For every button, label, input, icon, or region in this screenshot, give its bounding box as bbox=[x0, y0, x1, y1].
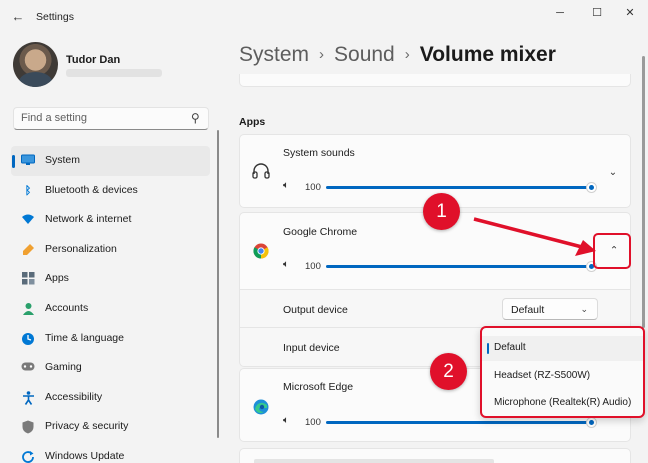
sidebar-item-windows-update[interactable]: Windows Update bbox=[11, 442, 210, 463]
page-title: Volume mixer bbox=[419, 43, 556, 66]
breadcrumb: System › Sound › Volume mixer bbox=[239, 43, 556, 67]
dropdown-option[interactable]: Microphone (Realtek(R) Audio) bbox=[482, 391, 643, 416]
volume-slider-thumb[interactable] bbox=[586, 417, 597, 428]
brush-icon bbox=[21, 243, 35, 257]
previous-card-bottom bbox=[239, 74, 631, 87]
wifi-icon bbox=[21, 213, 35, 227]
section-title-apps: Apps bbox=[239, 116, 266, 128]
chevron-right-icon: › bbox=[404, 46, 410, 63]
sidebar-item-time-language[interactable]: Time & language bbox=[11, 324, 210, 354]
speaker-icon[interactable]: 🔈︎ bbox=[283, 415, 289, 426]
update-icon bbox=[21, 450, 35, 463]
app-name: Microsoft Edge bbox=[283, 381, 354, 393]
volume-slider-track[interactable] bbox=[326, 186, 594, 189]
volume-value: 100 bbox=[305, 417, 321, 428]
speaker-icon[interactable]: 🔈︎ bbox=[283, 259, 289, 270]
window-title: Settings bbox=[36, 11, 74, 23]
chevron-down-icon[interactable]: ⌄ bbox=[606, 167, 620, 178]
sidebar-item-personalization[interactable]: Personalization bbox=[11, 235, 210, 265]
chevron-down-icon: ⌄ bbox=[580, 304, 588, 314]
title-bar: ← Settings ─ ☐ ✕ bbox=[0, 0, 648, 34]
output-device-row: Output device Default ⌄ bbox=[239, 289, 631, 328]
sidebar-item-apps[interactable]: Apps bbox=[11, 264, 210, 294]
chrome-icon bbox=[252, 243, 270, 261]
speaker-icon[interactable]: 🔈︎ bbox=[283, 180, 289, 191]
sidebar-scrollbar[interactable] bbox=[217, 130, 219, 438]
sidebar-item-system[interactable]: System bbox=[11, 146, 210, 176]
volume-slider-track[interactable] bbox=[326, 265, 594, 268]
breadcrumb-sound[interactable]: Sound bbox=[334, 43, 395, 66]
annotation-badge-1: 1 bbox=[423, 193, 460, 230]
volume-value: 100 bbox=[305, 261, 321, 272]
search-icon[interactable]: ⚲ bbox=[191, 111, 200, 125]
volume-slider-track[interactable] bbox=[326, 421, 594, 424]
user-email-redacted bbox=[66, 69, 162, 77]
volume-slider-thumb[interactable] bbox=[586, 182, 597, 193]
app-name: Google Chrome bbox=[283, 226, 358, 238]
next-card bbox=[239, 448, 631, 463]
person-icon bbox=[21, 302, 35, 316]
input-device-dropdown-list: Default Headset (RZ-S500W) Microphone (R… bbox=[480, 326, 645, 418]
output-device-dropdown[interactable]: Default ⌄ bbox=[502, 298, 598, 320]
clock-globe-icon bbox=[21, 332, 35, 346]
breadcrumb-system[interactable]: System bbox=[239, 43, 309, 66]
maximize-button[interactable]: ☐ bbox=[585, 5, 609, 21]
main-scrollbar[interactable] bbox=[642, 56, 645, 328]
display-icon bbox=[21, 154, 35, 168]
search-placeholder: Find a setting bbox=[21, 112, 88, 124]
apps-icon bbox=[21, 272, 35, 286]
edge-icon bbox=[252, 399, 270, 417]
sidebar-item-accounts[interactable]: Accounts bbox=[11, 294, 210, 324]
sidebar-item-bluetooth[interactable]: ᛒ Bluetooth & devices bbox=[11, 176, 210, 206]
dropdown-option[interactable]: Default bbox=[482, 336, 643, 361]
headphones-icon bbox=[252, 163, 270, 181]
volume-value: 100 bbox=[305, 182, 321, 193]
accessibility-icon bbox=[21, 390, 35, 405]
app-name: System sounds bbox=[283, 147, 355, 159]
sidebar-item-gaming[interactable]: Gaming bbox=[11, 353, 210, 383]
sidebar-item-privacy[interactable]: Privacy & security bbox=[11, 412, 210, 442]
search-input[interactable]: Find a setting ⚲ bbox=[13, 107, 209, 130]
sidebar-item-network[interactable]: Network & internet bbox=[11, 205, 210, 235]
sidebar-item-accessibility[interactable]: Accessibility bbox=[11, 383, 210, 413]
controller-icon bbox=[21, 361, 35, 375]
user-name: Tudor Dan bbox=[66, 54, 121, 66]
avatar[interactable] bbox=[13, 42, 58, 87]
input-device-label: Input device bbox=[283, 342, 340, 354]
sidebar-nav: System ᛒ Bluetooth & devices Network & i… bbox=[11, 146, 210, 463]
dropdown-option[interactable]: Headset (RZ-S500W) bbox=[482, 364, 643, 389]
close-button[interactable]: ✕ bbox=[618, 5, 642, 21]
arrow-left-icon[interactable]: ← bbox=[9, 9, 27, 25]
cut-off-text bbox=[254, 459, 494, 463]
minimize-button[interactable]: ─ bbox=[548, 5, 572, 21]
chevron-right-icon: › bbox=[319, 46, 325, 63]
annotation-highlight-box bbox=[593, 233, 631, 269]
output-device-value: Default bbox=[511, 304, 545, 316]
bluetooth-icon: ᛒ bbox=[24, 184, 32, 197]
shield-icon bbox=[21, 420, 35, 434]
annotation-badge-2: 2 bbox=[430, 353, 467, 390]
output-device-label: Output device bbox=[283, 304, 348, 316]
